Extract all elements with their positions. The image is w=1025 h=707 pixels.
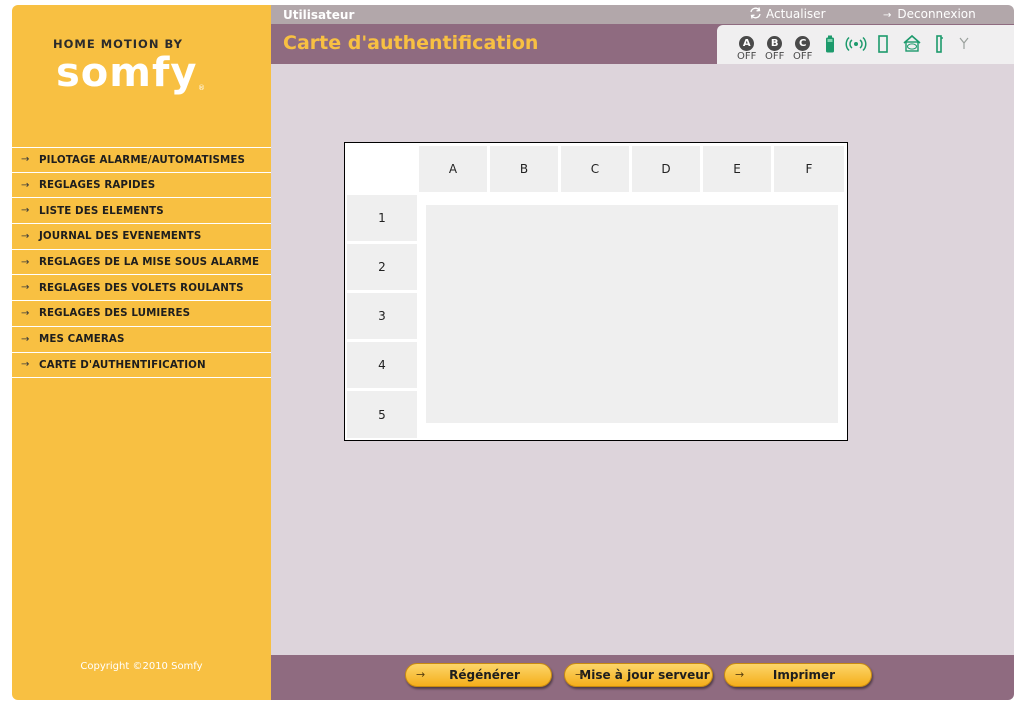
registered-mark: ® xyxy=(198,84,205,92)
column-header: D xyxy=(632,146,700,192)
battery-icon xyxy=(826,35,834,53)
logout-link[interactable]: → Deconnexion xyxy=(883,7,976,21)
menu-item-label: PILOTAGE ALARME/AUTOMATISMES xyxy=(39,153,246,166)
refresh-label: Actualiser xyxy=(766,7,826,21)
page-title: Carte d'authentification xyxy=(283,32,539,54)
title-bar: Carte d'authentification A OFF B OFF C O… xyxy=(271,24,1014,64)
menu-item-reglages-rapides[interactable]: → REGLAGES RAPIDES xyxy=(12,173,271,199)
radio-signal-icon xyxy=(845,36,867,52)
regenerate-label: Régénérer xyxy=(449,668,520,682)
user-label: Utilisateur xyxy=(283,8,355,22)
menu-item-volets-roulants[interactable]: → REGLAGES DES VOLETS ROULANTS xyxy=(12,275,271,302)
door-closed-icon xyxy=(936,35,943,53)
antenna-icon xyxy=(959,37,969,49)
refresh-icon xyxy=(750,7,761,19)
arrow-right-icon: → xyxy=(735,668,745,681)
column-header: C xyxy=(561,146,629,192)
row-header: 4 xyxy=(347,342,417,388)
update-server-label: Mise à jour serveur xyxy=(579,668,710,682)
zone-c-icon: C xyxy=(795,36,811,51)
authentication-card: A B C D E F 1 2 3 4 5 xyxy=(344,142,848,441)
arrow-right-icon: → xyxy=(416,668,426,681)
logout-label: Deconnexion xyxy=(897,7,976,21)
print-button[interactable]: → Imprimer xyxy=(724,663,872,687)
house-ok-icon xyxy=(903,34,921,52)
zone-a-status: A OFF xyxy=(737,31,756,62)
zone-a-icon: A xyxy=(739,36,755,51)
sidebar-menu: → PILOTAGE ALARME/AUTOMATISMES → REGLAGES … xyxy=(12,147,271,379)
main-content: A B C D E F 1 2 3 4 5 xyxy=(271,64,1014,655)
menu-item-carte-authentification[interactable]: → CARTE D'AUTHENTIFICATION xyxy=(12,353,271,379)
arrow-right-icon: → xyxy=(883,10,892,21)
menu-item-cameras[interactable]: → MES CAMERAS xyxy=(12,327,271,353)
row-header: 5 xyxy=(347,391,417,438)
menu-item-label: CARTE D'AUTHENTIFICATION xyxy=(39,358,206,371)
menu-item-label: MES CAMERAS xyxy=(39,333,125,346)
arrow-right-icon: → xyxy=(21,205,30,217)
menu-item-journal[interactable]: → JOURNAL DES EVENEMENTS xyxy=(12,224,271,250)
sidebar: HOME MOTION BY somfy ® → PILOTAGE ALARME/… xyxy=(12,5,271,700)
zone-b-icon: B xyxy=(767,36,783,51)
arrow-right-icon: → xyxy=(21,230,30,242)
row-header: 3 xyxy=(347,293,417,339)
zone-b-status: B OFF xyxy=(765,31,784,62)
arrow-right-icon: → xyxy=(21,154,30,166)
column-header: A xyxy=(419,146,487,192)
copyright: Copyright ©2010 Somfy xyxy=(80,661,203,672)
arrow-right-icon: → xyxy=(21,359,30,371)
zone-a-state: OFF xyxy=(737,51,757,62)
menu-item-liste-elements[interactable]: → LISTE DES ELEMENTS xyxy=(12,198,271,225)
print-label: Imprimer xyxy=(772,668,836,682)
status-panel: A OFF B OFF C OFF xyxy=(717,25,1014,64)
zone-c-state: OFF xyxy=(793,51,813,62)
arrow-right-icon: → xyxy=(21,256,30,268)
update-server-button[interactable]: → Mise à jour serveur xyxy=(564,663,713,687)
menu-item-pilotage[interactable]: → PILOTAGE ALARME/AUTOMATISMES xyxy=(12,147,271,173)
door-open-icon xyxy=(878,35,888,53)
menu-item-label: JOURNAL DES EVENEMENTS xyxy=(39,230,202,243)
arrow-right-icon: → xyxy=(21,333,30,345)
menu-item-label: REGLAGES RAPIDES xyxy=(39,179,156,192)
arrow-right-icon: → xyxy=(21,179,30,191)
column-header: B xyxy=(490,146,558,192)
refresh-link[interactable]: Actualiser xyxy=(749,7,826,21)
zone-b-state: OFF xyxy=(765,51,785,62)
regenerate-button[interactable]: → Régénérer xyxy=(405,663,552,687)
somfy-logo: somfy xyxy=(56,50,198,96)
menu-item-lumieres[interactable]: → REGLAGES DES LUMIERES xyxy=(12,301,271,327)
menu-item-label: REGLAGES DES LUMIERES xyxy=(39,307,191,320)
row-header: 2 xyxy=(347,244,417,290)
top-bar: Utilisateur Actualiser → Deconnexion xyxy=(271,5,1014,24)
menu-item-label: REGLAGES DES VOLETS ROULANTS xyxy=(39,281,244,294)
column-header: F xyxy=(774,146,844,192)
menu-item-label: LISTE DES ELEMENTS xyxy=(39,204,164,217)
column-header: E xyxy=(703,146,771,192)
arrow-right-icon: → xyxy=(575,668,585,681)
brand-tagline: HOME MOTION BY xyxy=(53,37,183,51)
menu-item-label: REGLAGES DE LA MISE SOUS ALARME xyxy=(39,256,260,269)
arrow-right-icon: → xyxy=(21,307,30,319)
row-header: 1 xyxy=(347,195,417,241)
menu-item-mise-sous-alarme[interactable]: → REGLAGES DE LA MISE SOUS ALARME xyxy=(12,250,271,276)
arrow-right-icon: → xyxy=(21,282,30,294)
zone-c-status: C OFF xyxy=(793,31,812,62)
code-grid-area xyxy=(426,205,838,423)
footer-bar: → Régénérer → Mise à jour serveur → Impr… xyxy=(271,655,1014,700)
